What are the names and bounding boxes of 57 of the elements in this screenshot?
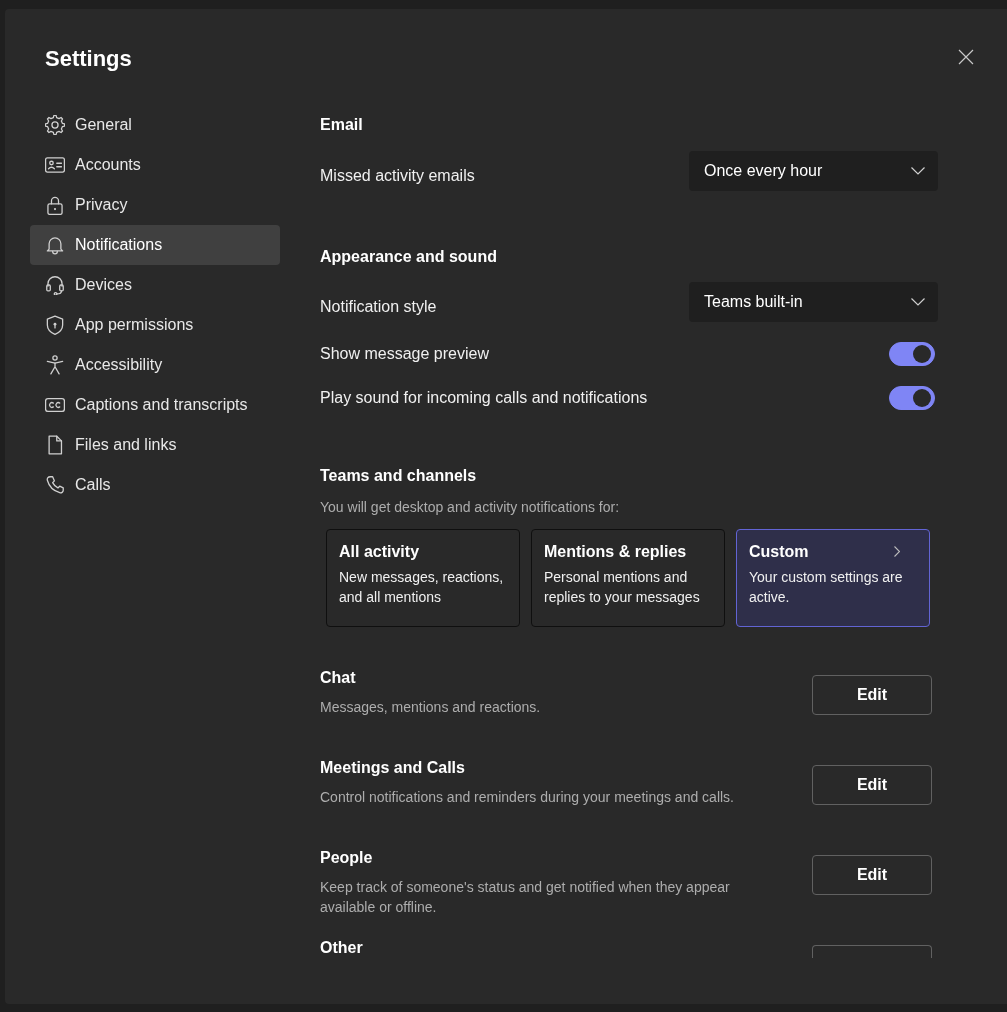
card-title: All activity — [339, 542, 420, 562]
chevron-down-icon — [911, 167, 925, 175]
option-card[interactable]: All activity New messages, reactions, and all mentions — [326, 529, 520, 627]
edit-button[interactable] — [812, 945, 932, 958]
section-heading: Email — [320, 115, 364, 135]
contact-card-icon — [45, 155, 65, 175]
card-title: Mentions & replies — [544, 542, 687, 562]
sidebar-item[interactable]: Notifications — [30, 225, 280, 265]
card-description: New messages, reactions, and all mentions — [339, 568, 505, 607]
toggle-switch[interactable] — [889, 342, 935, 366]
toggle-switch[interactable] — [889, 386, 935, 410]
card-title: Custom — [749, 542, 809, 562]
setting-label: Play sound for incoming calls and notifications — [320, 388, 648, 408]
sidebar-item[interactable]: Privacy — [30, 185, 280, 225]
sidebar-item[interactable]: App permissions — [30, 305, 280, 345]
sidebar-item[interactable]: Calls — [30, 465, 280, 505]
sidebar-item[interactable]: Files and links — [30, 425, 280, 465]
dropdown[interactable]: Once every hour — [689, 151, 938, 191]
setting-label: Notification style — [320, 297, 437, 317]
bell-icon — [45, 235, 65, 255]
document-icon — [45, 435, 65, 455]
gear-icon — [45, 115, 65, 135]
category-title: Chat — [320, 668, 357, 688]
category-description: Keep track of someone's status and get notified when they appear available or offline. — [320, 878, 731, 917]
headset-icon — [45, 275, 65, 295]
person-icon — [45, 355, 65, 375]
lock-icon — [45, 195, 65, 215]
category-title: Other — [320, 938, 364, 958]
sidebar-item[interactable]: General — [30, 105, 280, 145]
close-icon — [958, 49, 974, 65]
edit-button[interactable]: Edit — [812, 765, 932, 805]
dialog-title: Settings — [45, 45, 132, 73]
chevron-down-icon — [911, 298, 925, 306]
section-subtitle: You will get desktop and activity notifications for: — [320, 498, 621, 517]
section-heading: Appearance and sound — [320, 247, 498, 267]
shield-icon — [45, 315, 65, 335]
edit-button[interactable]: Edit — [812, 675, 932, 715]
section-heading: Teams and channels — [320, 466, 478, 486]
phone-icon — [45, 475, 65, 495]
option-card[interactable]: Mentions & replies Personal mentions and replies to your messages — [531, 529, 725, 627]
sidebar-item[interactable]: Accessibility — [30, 345, 280, 385]
chevron-right-icon — [894, 546, 900, 557]
sidebar-item[interactable]: Captions and transcripts — [30, 385, 280, 425]
card-description: Personal mentions and replies to your messages — [544, 568, 701, 607]
category-title: People — [320, 848, 374, 868]
category-description: Messages, mentions and reactions. — [320, 698, 542, 717]
setting-label: Missed activity emails — [320, 166, 475, 186]
dropdown[interactable]: Teams built-in — [689, 282, 938, 322]
option-card[interactable]: Custom Your custom settings are active. — [736, 529, 930, 627]
category-title: Meetings and Calls — [320, 758, 466, 778]
edit-button[interactable]: Edit — [812, 855, 932, 895]
sidebar-item[interactable]: Devices — [30, 265, 280, 305]
sidebar-item[interactable]: Accounts — [30, 145, 280, 185]
captions-icon — [45, 395, 65, 415]
setting-label: Show message preview — [320, 344, 489, 364]
category-description: Control notifications and reminders during your meetings and calls. — [320, 788, 735, 807]
card-description: Your custom settings are active. — [749, 568, 904, 607]
